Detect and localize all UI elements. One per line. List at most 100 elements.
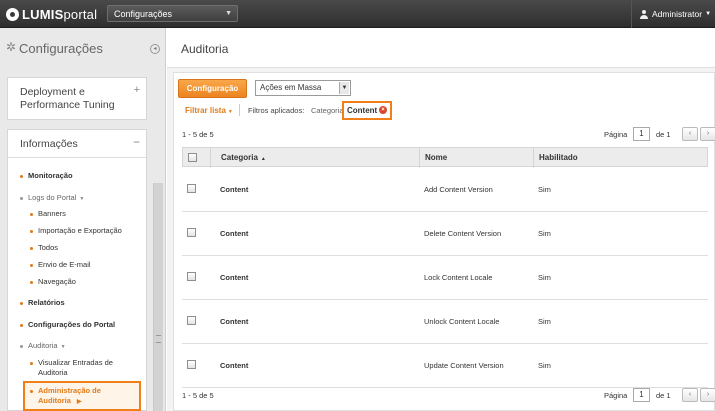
sidebar-item-configuracoes-do-portal[interactable]: Configurações do Portal	[20, 320, 115, 330]
row-checkbox[interactable]	[187, 184, 196, 193]
panel-header[interactable]: Informações −	[8, 130, 146, 158]
sidebar-item-todos[interactable]: Todos	[30, 243, 58, 253]
sidebar-item-logs-do-portal[interactable]: Logs do Portal ▼	[20, 193, 84, 204]
cell-categoria: Content	[220, 273, 249, 282]
panel-title: Deployment e Performance Tuning	[20, 86, 115, 111]
user-icon	[640, 9, 648, 19]
portal-logo[interactable]: LUMIS portal	[6, 6, 97, 22]
filter-link-label: Filtrar lista	[185, 106, 226, 115]
sidebar-item-label: Logs do Portal	[28, 193, 77, 202]
row-checkbox[interactable]	[187, 360, 196, 369]
site-select[interactable]: Configurações ▼	[107, 5, 238, 22]
sidebar-item-monitoracao[interactable]: Monitoração	[20, 171, 73, 181]
cell-categoria: Content	[220, 185, 249, 194]
sidebar-scrollbar[interactable]	[153, 183, 163, 411]
sidebar-item-banners[interactable]: Banners	[30, 209, 66, 219]
plus-icon[interactable]: +	[134, 84, 140, 96]
bullet-icon	[30, 263, 33, 267]
page-title: Auditoria	[181, 42, 229, 56]
sort-asc-icon: ▲	[260, 156, 266, 162]
main-area: Auditoria Configuração Ações em Massa ▼ …	[167, 28, 715, 411]
cell-nome: Lock Content Locale	[424, 273, 493, 282]
bulk-actions-select[interactable]: Ações em Massa ▼	[255, 80, 351, 96]
bullet-icon	[30, 229, 33, 233]
sidebar-item-navegacao[interactable]: Navegação	[30, 277, 76, 287]
column-header-habilitado[interactable]: Habilitado	[539, 153, 578, 162]
bullet-icon	[20, 196, 23, 200]
sidebar-item-label: Auditoria	[28, 341, 58, 350]
sidebar-item-label: Importação e Exportação	[38, 226, 122, 235]
prev-page-button[interactable]: ‹	[682, 127, 698, 141]
sidebar-item-label: Auditoria	[38, 396, 71, 405]
table-row[interactable]: Content Unlock Content Locale Sim	[182, 300, 708, 344]
bullet-icon	[30, 212, 33, 216]
bullet-icon	[30, 280, 33, 284]
sidebar-item-envio-de-email[interactable]: Envio de E-mail	[30, 260, 91, 270]
bullet-icon	[30, 246, 33, 250]
minus-icon[interactable]: −	[133, 135, 140, 149]
column-header-nome[interactable]: Nome	[425, 153, 447, 162]
cell-categoria: Content	[220, 317, 249, 326]
content-panel: Configuração Ações em Massa ▼ Filtrar li…	[173, 72, 715, 411]
user-name: Administrator	[652, 9, 703, 19]
column-header-categoria[interactable]: Categoria ▲	[221, 153, 266, 162]
table-row[interactable]: Content Lock Content Locale Sim	[182, 256, 708, 300]
filter-tag-content: Content ×	[342, 101, 392, 120]
sidebar-title: Configurações	[19, 41, 103, 56]
cell-habilitado: Sim	[538, 317, 551, 326]
chevron-down-icon: ▼	[227, 109, 233, 115]
cell-habilitado: Sim	[538, 273, 551, 282]
sidebar: ✲ Configurações ◂ Deployment e Performan…	[0, 28, 166, 411]
page-label: Página	[604, 130, 628, 139]
cell-nome: Unlock Content Locale	[424, 317, 500, 326]
next-page-button[interactable]: ›	[700, 127, 715, 141]
configuracao-button[interactable]: Configuração	[178, 79, 247, 98]
applied-filter-category: Categoria	[311, 106, 344, 115]
sidebar-item-visualizar-entradas[interactable]: Visualizar Entradas de Auditoria	[30, 358, 113, 378]
next-page-button[interactable]: ›	[700, 388, 715, 402]
sidebar-item-auditoria[interactable]: Auditoria ▼	[20, 341, 66, 352]
bullet-icon	[20, 174, 23, 178]
sidebar-item-label: Monitoração	[28, 171, 73, 180]
sidebar-item-importacao[interactable]: Importação e Exportação	[30, 226, 122, 236]
scroll-grip-icon[interactable]	[156, 335, 161, 343]
sidebar-item-relatorios[interactable]: Relatórios	[20, 298, 65, 308]
row-checkbox[interactable]	[187, 228, 196, 237]
filter-list-link[interactable]: Filtrar lista ▼	[185, 106, 233, 115]
collapse-sidebar-icon[interactable]: ◂	[150, 44, 160, 54]
chevron-down-icon: ▼	[79, 196, 85, 202]
panel-deployment[interactable]: Deployment e Performance Tuning +	[7, 77, 147, 120]
prev-page-button[interactable]: ‹	[682, 388, 698, 402]
table-row[interactable]: Content Add Content Version Sim	[182, 168, 708, 212]
active-item-label: Administração de Auditoria ▶	[30, 386, 101, 407]
logo-text: portal	[63, 6, 98, 22]
chevron-down-icon: ▼	[225, 10, 232, 17]
remove-filter-icon[interactable]: ×	[379, 106, 387, 114]
row-checkbox[interactable]	[187, 272, 196, 281]
select-all-checkbox[interactable]	[188, 153, 197, 162]
result-range-bottom: 1 - 5 de 5	[182, 391, 214, 400]
applied-filters-label: Filtros aplicados:	[248, 106, 305, 115]
sidebar-header: ✲ Configurações ◂	[0, 28, 166, 70]
table-header: Categoria ▲ Nome Habilitado	[182, 147, 708, 168]
bullet-icon	[30, 361, 33, 365]
column-label: Categoria	[221, 153, 258, 162]
bullet-icon	[20, 344, 23, 348]
sidebar-item-administracao-de-auditoria[interactable]: Administração de Auditoria ▶	[23, 381, 141, 411]
page-input[interactable]: 1	[633, 127, 650, 141]
sidebar-item-label: Todos	[38, 243, 59, 252]
table-row[interactable]: Content Update Content Version Sim	[182, 344, 708, 388]
table-row[interactable]: Content Delete Content Version Sim	[182, 212, 708, 256]
bullet-icon	[20, 301, 23, 305]
user-menu[interactable]: Administrator ▼	[631, 0, 715, 28]
column-divider	[533, 148, 534, 168]
panel-title: Informações	[20, 138, 78, 150]
sidebar-item-label: Auditoria	[38, 368, 68, 377]
cell-nome: Delete Content Version	[424, 229, 502, 238]
cell-categoria: Content	[220, 229, 249, 238]
row-checkbox[interactable]	[187, 316, 196, 325]
page-count: de 1	[656, 391, 671, 400]
logo-icon	[6, 7, 19, 21]
sidebar-item-label: Banners	[38, 209, 66, 218]
page-input[interactable]: 1	[633, 388, 650, 402]
